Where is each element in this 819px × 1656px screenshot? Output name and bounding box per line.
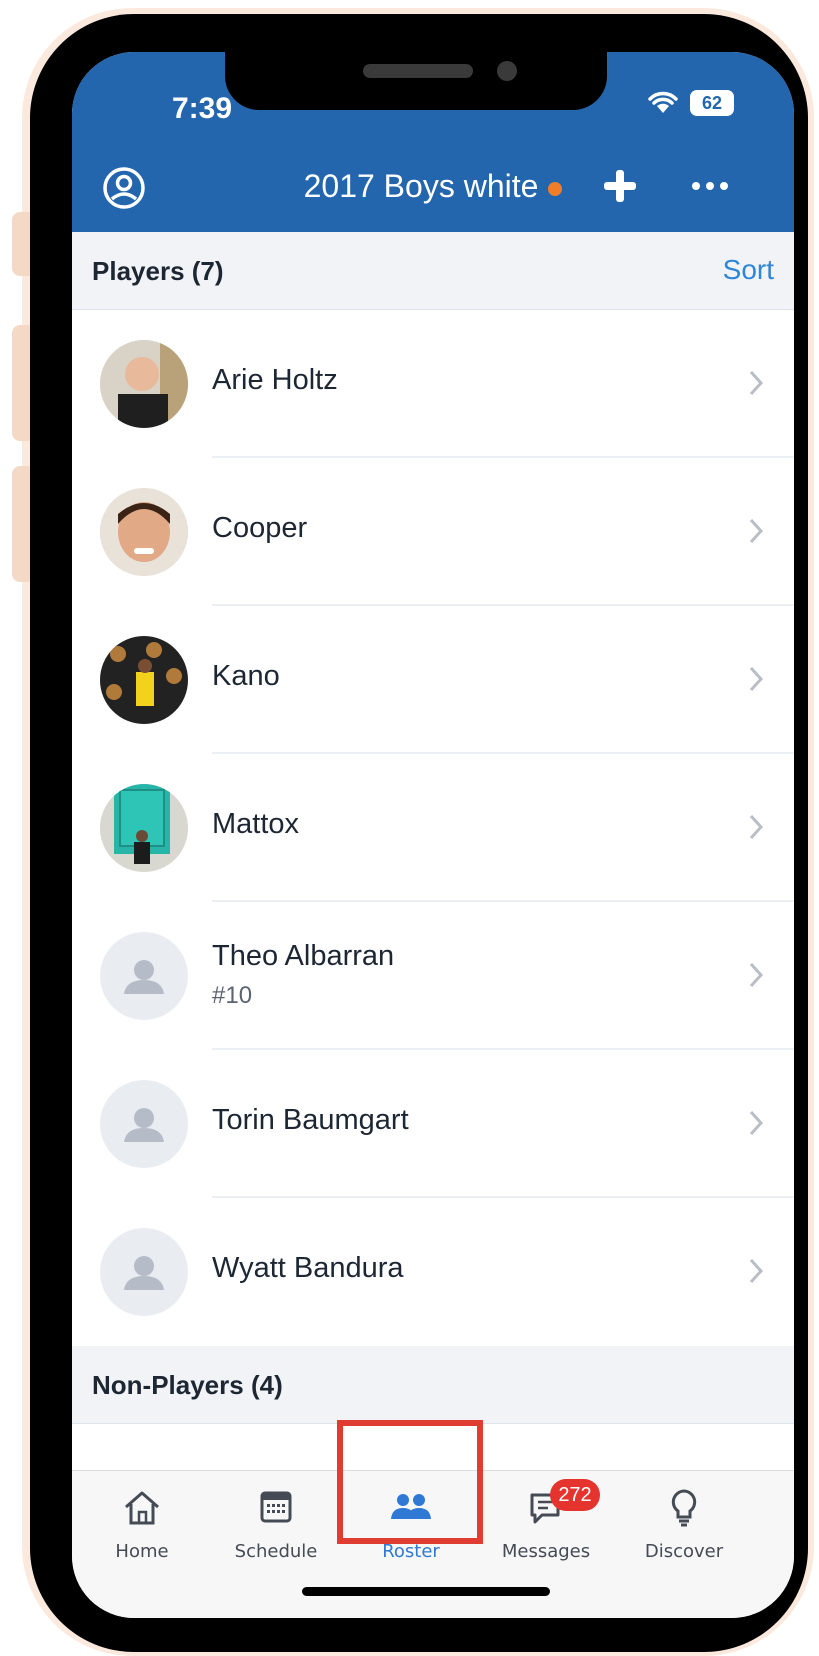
person-placeholder-icon	[124, 1256, 164, 1290]
player-name: Kano	[212, 660, 280, 692]
home-icon	[125, 1491, 159, 1525]
battery-indicator: 62	[690, 90, 734, 116]
chevron-right-icon	[749, 518, 764, 544]
notification-dot	[548, 181, 563, 196]
tab-schedule[interactable]: Schedule	[216, 1479, 336, 1579]
player-row[interactable]: Torin Baumgart	[72, 1050, 794, 1198]
sort-button[interactable]: Sort	[723, 254, 774, 286]
add-icon[interactable]	[600, 166, 640, 206]
player-name: Mattox	[212, 808, 300, 840]
tab-label: Schedule	[234, 1541, 318, 1562]
chevron-right-icon	[749, 666, 764, 692]
app-header: 7:39 62 2017 Boys white	[72, 52, 794, 232]
chevron-right-icon	[749, 962, 764, 988]
team-name: 2017 Boys white	[303, 168, 539, 204]
non-players-section-header: Non-Players (4)	[72, 1346, 794, 1424]
placeholder-avatar	[100, 1080, 188, 1168]
player-name: Theo Albarran	[212, 940, 395, 972]
player-name: Torin Baumgart	[212, 1104, 409, 1136]
chevron-right-icon	[749, 814, 764, 840]
wifi-icon	[648, 91, 678, 113]
player-row[interactable]: Mattox	[72, 754, 794, 902]
player-photo	[100, 488, 188, 576]
placeholder-avatar	[100, 1228, 188, 1316]
home-indicator	[302, 1587, 550, 1596]
tab-messages[interactable]: 272 Messages	[486, 1479, 606, 1579]
player-photo	[100, 636, 188, 724]
player-name: Wyatt Bandura	[212, 1252, 404, 1284]
volume-down-button	[12, 466, 30, 582]
player-number: #10	[212, 982, 253, 1009]
notch	[225, 52, 607, 110]
player-photo	[100, 340, 188, 428]
tab-label: Messages	[501, 1541, 591, 1562]
tab-label: Roster	[382, 1541, 440, 1562]
nav-row: 2017 Boys white	[72, 158, 794, 222]
tab-label: Discover	[644, 1541, 724, 1562]
player-name: Cooper	[212, 512, 308, 544]
tab-label: Home	[115, 1541, 169, 1562]
status-time: 7:39	[172, 92, 233, 125]
player-name: Arie Holtz	[212, 364, 338, 396]
mute-switch	[12, 212, 30, 276]
lightbulb-icon	[671, 1489, 697, 1527]
volume-up-button	[12, 325, 30, 441]
player-row[interactable]: Kano	[72, 606, 794, 754]
player-row[interactable]: Theo Albarran #10	[72, 902, 794, 1050]
players-section-title: Players (7)	[92, 256, 224, 286]
front-camera	[497, 61, 517, 81]
person-placeholder-icon	[124, 960, 164, 994]
player-row[interactable]: Arie Holtz	[72, 310, 794, 458]
player-photo	[100, 784, 188, 872]
roster-highlight-box	[337, 1420, 483, 1544]
chevron-right-icon	[749, 1258, 764, 1284]
player-row[interactable]: Cooper	[72, 458, 794, 606]
status-icons: 62	[646, 90, 734, 116]
player-row[interactable]: Wyatt Bandura	[72, 1198, 794, 1346]
placeholder-avatar	[100, 932, 188, 1020]
tab-discover[interactable]: Discover	[624, 1479, 744, 1579]
app-screen: 7:39 62 2017 Boys white Players (7) Sort…	[72, 52, 794, 1618]
calendar-icon	[260, 1491, 292, 1523]
chevron-right-icon	[749, 1110, 764, 1136]
players-section-header: Players (7) Sort	[72, 232, 794, 310]
non-players-section-title: Non-Players (4)	[92, 1370, 283, 1400]
more-options-icon[interactable]	[686, 166, 734, 206]
speaker	[363, 64, 473, 78]
person-placeholder-icon	[124, 1108, 164, 1142]
chevron-right-icon	[749, 370, 764, 396]
unread-badge: 272	[550, 1479, 600, 1511]
tab-home[interactable]: Home	[82, 1479, 202, 1579]
